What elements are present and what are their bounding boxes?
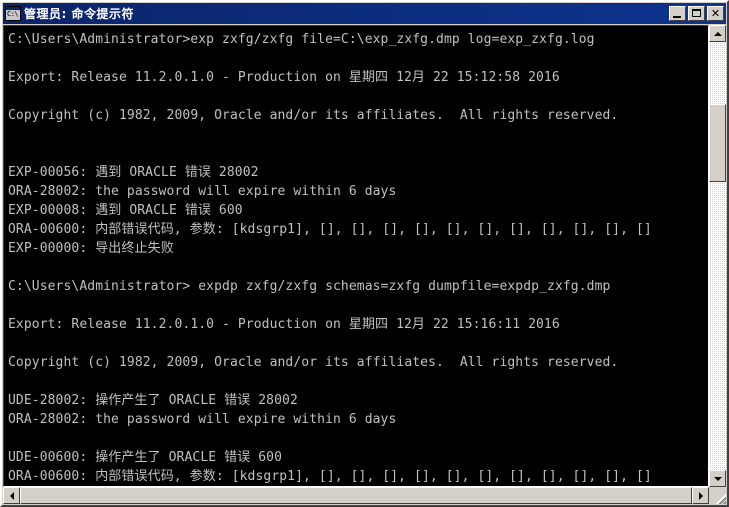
vertical-scroll-thumb[interactable]: [709, 104, 726, 182]
scroll-down-button[interactable]: [709, 470, 726, 487]
vertical-scrollbar[interactable]: [709, 25, 726, 487]
scroll-left-arrow-icon: [9, 491, 14, 500]
horizontal-scrollbar-row: [3, 487, 726, 504]
console-line: Copyright (c) 1982, 2009, Oracle and/or …: [8, 355, 619, 370]
console-line: UDE-00600: 操作产生了 ORACLE 错误 600: [8, 450, 283, 465]
scroll-down-arrow-icon: [713, 476, 722, 481]
horizontal-scroll-thumb[interactable]: [20, 487, 692, 504]
scroll-up-button[interactable]: [709, 25, 726, 42]
maximize-button[interactable]: [688, 6, 705, 21]
minimize-button[interactable]: [669, 6, 686, 21]
console-line: ORA-00600: 内部错误代码, 参数: [kdsgrp1], [], []…: [8, 222, 652, 237]
scroll-right-button[interactable]: [692, 487, 709, 504]
scroll-up-arrow-icon: [713, 31, 722, 36]
window-title: 管理员: 命令提示符: [24, 7, 134, 21]
console-line: Export: Release 11.2.0.1.0 - Production …: [8, 317, 560, 332]
console-line: ORA-00600: 内部错误代码, 参数: [kdsgrp1], [], []…: [8, 469, 652, 484]
console-line: ORA-28002: the password will expire with…: [8, 184, 397, 199]
command-prompt-window: C:\ 管理员: 命令提示符 ✕ C:\Users\Administrator>…: [0, 0, 729, 507]
close-button[interactable]: ✕: [707, 6, 724, 21]
console-output[interactable]: C:\Users\Administrator>exp zxfg/zxfg fil…: [3, 25, 709, 487]
console-line: EXP-00056: 遇到 ORACLE 错误 28002: [8, 165, 259, 180]
scroll-right-arrow-icon: [698, 491, 703, 500]
console-icon: C:\: [5, 6, 21, 21]
window-controls: ✕: [669, 6, 725, 21]
scroll-left-button[interactable]: [3, 487, 20, 504]
console-line: C:\Users\Administrator> expdp zxfg/zxfg …: [8, 279, 611, 294]
title-bar[interactable]: C:\ 管理员: 命令提示符 ✕: [3, 3, 726, 24]
client-area: C:\Users\Administrator>exp zxfg/zxfg fil…: [3, 25, 726, 504]
horizontal-scroll-track[interactable]: [20, 487, 692, 504]
console-line: Copyright (c) 1982, 2009, Oracle and/or …: [8, 108, 619, 123]
console-line: EXP-00000: 导出终止失败: [8, 241, 174, 256]
console-line: ORA-28002: the password will expire with…: [8, 412, 397, 427]
resize-grip[interactable]: [709, 487, 726, 504]
vertical-scroll-track[interactable]: [709, 42, 726, 470]
console-line: C:\Users\Administrator>exp zxfg/zxfg fil…: [8, 32, 595, 47]
console-line: EXP-00008: 遇到 ORACLE 错误 600: [8, 203, 243, 218]
console-line: UDE-28002: 操作产生了 ORACLE 错误 28002: [8, 393, 298, 408]
console-line: Export: Release 11.2.0.1.0 - Production …: [8, 70, 560, 85]
horizontal-scrollbar[interactable]: [3, 487, 709, 504]
